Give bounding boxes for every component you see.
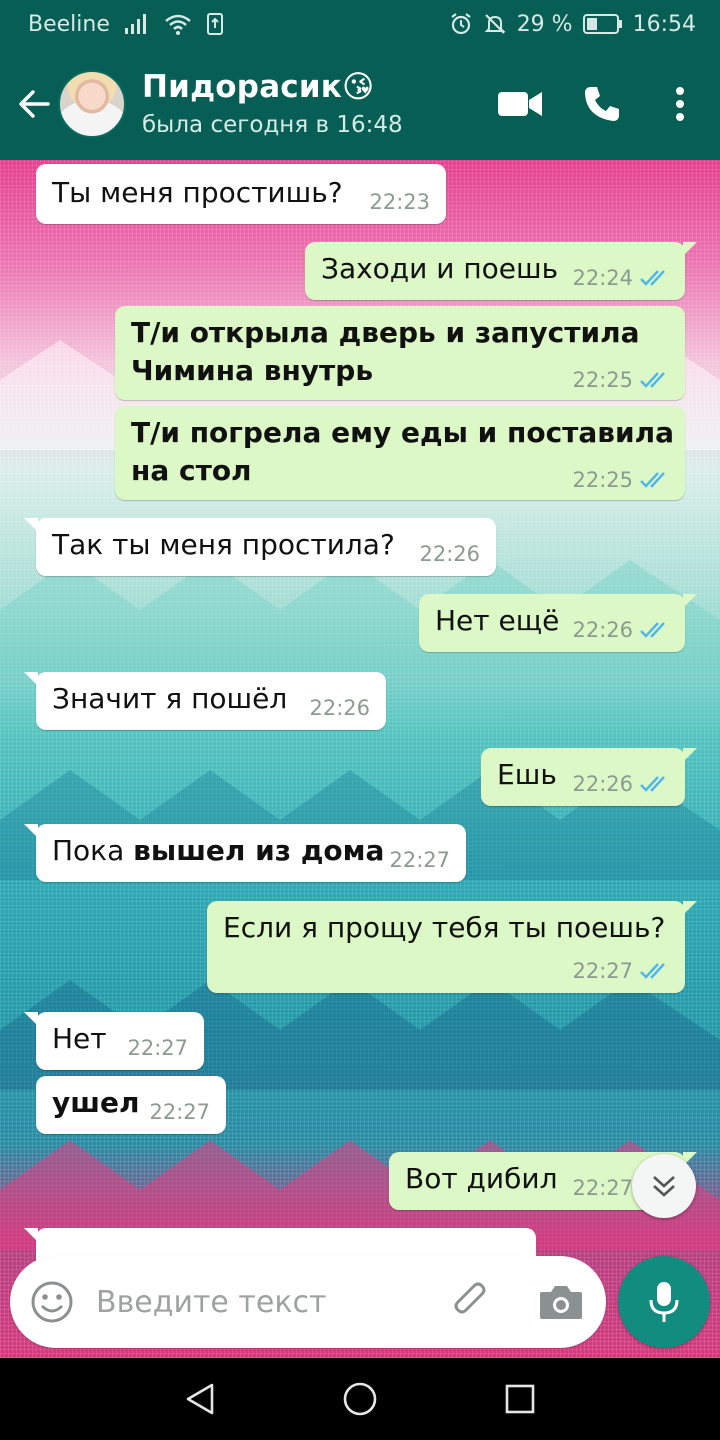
recents-square-icon bbox=[505, 1384, 535, 1414]
message-text: Значит я пошёл bbox=[52, 682, 288, 715]
voice-record-button[interactable] bbox=[618, 1256, 710, 1348]
incoming-message[interactable]: Так ты меня простила? 22:26 bbox=[24, 518, 496, 576]
paperclip-icon bbox=[454, 1282, 486, 1314]
outgoing-message[interactable]: Заходи и поешь 22:24 bbox=[305, 242, 697, 300]
message-time: 22:27 bbox=[389, 848, 450, 872]
read-receipt-icon bbox=[640, 622, 665, 638]
message-text-line: на стол bbox=[131, 454, 252, 487]
double-chevron-down-icon bbox=[653, 1176, 675, 1197]
chat-area[interactable]: Ты меня простишь? 22:23 Заходи и поешь 2… bbox=[0, 160, 720, 1358]
message-time: 22:23 bbox=[369, 190, 430, 214]
alarm-icon bbox=[449, 12, 473, 36]
message-time: 22:27 bbox=[127, 1036, 188, 1060]
read-receipt-icon bbox=[640, 270, 665, 286]
message-text: Нет ещё bbox=[435, 604, 560, 637]
nav-back-button[interactable] bbox=[170, 1369, 230, 1429]
message-text: Вот дибил bbox=[405, 1162, 558, 1195]
incoming-message[interactable]: ушел 22:27 bbox=[36, 1076, 226, 1134]
message-input[interactable] bbox=[96, 1278, 436, 1326]
camera-icon bbox=[540, 1286, 582, 1319]
message-time: 22:26 bbox=[572, 772, 633, 796]
message-time: 22:26 bbox=[309, 696, 370, 720]
scroll-to-bottom-button[interactable] bbox=[632, 1154, 696, 1218]
chat-header: Пидорасик😘 была сегодня в 16:48 bbox=[0, 48, 720, 160]
message-text: Ты меня простишь? bbox=[52, 176, 343, 209]
sim-icon bbox=[206, 12, 224, 36]
message-text: Пока bbox=[52, 834, 134, 867]
message-text: Ешь bbox=[497, 758, 557, 791]
message-text: Так ты меня простила? bbox=[52, 528, 395, 561]
last-seen-status: была сегодня в 16:48 bbox=[142, 112, 403, 138]
message-text-bold: вышел из дома bbox=[133, 834, 385, 867]
message-time: 22:27 bbox=[572, 1176, 633, 1200]
message-text: Если я прощу тебя ты поешь? bbox=[223, 911, 666, 944]
message-time: 22:27 bbox=[572, 959, 633, 983]
message-time: 22:27 bbox=[149, 1100, 210, 1124]
message-time: 22:24 bbox=[572, 266, 633, 290]
message-text: ушел bbox=[52, 1086, 140, 1119]
message-time: 22:26 bbox=[572, 618, 633, 642]
outgoing-message[interactable]: Т/и открыла дверь и запустила Чимина вну… bbox=[115, 306, 685, 400]
message-text: Нет bbox=[52, 1022, 107, 1055]
attach-button[interactable] bbox=[450, 1280, 494, 1324]
status-bar: Beeline 29 % 16:54 bbox=[0, 0, 720, 48]
video-call-button[interactable] bbox=[488, 48, 552, 160]
microphone-icon bbox=[649, 1282, 679, 1322]
mute-icon bbox=[483, 12, 507, 36]
signal-icon bbox=[124, 13, 150, 35]
clock: 16:54 bbox=[632, 11, 696, 37]
outgoing-message[interactable]: Ешь 22:26 bbox=[481, 748, 697, 806]
read-receipt-icon bbox=[640, 776, 665, 792]
message-time: 22:25 bbox=[572, 468, 633, 492]
kissing-face-emoji: 😘 bbox=[342, 69, 375, 105]
nav-recents-button[interactable] bbox=[490, 1369, 550, 1429]
outgoing-message[interactable]: Если я прощу тебя ты поешь? 22:27 bbox=[207, 901, 697, 993]
contact-name: Пидорасик bbox=[142, 69, 343, 105]
more-options-button[interactable] bbox=[660, 48, 700, 160]
emoji-button[interactable] bbox=[30, 1280, 74, 1324]
wifi-icon bbox=[164, 13, 192, 35]
outgoing-message[interactable]: Нет ещё 22:26 bbox=[419, 594, 697, 652]
read-receipt-icon bbox=[640, 372, 665, 388]
nav-home-button[interactable] bbox=[330, 1369, 390, 1429]
read-receipt-icon bbox=[640, 472, 665, 488]
message-time: 22:25 bbox=[572, 368, 633, 392]
camera-button[interactable] bbox=[538, 1280, 584, 1324]
read-receipt-icon bbox=[640, 963, 665, 979]
incoming-message[interactable]: Нет 22:27 bbox=[24, 1012, 204, 1070]
message-composer bbox=[10, 1256, 606, 1348]
incoming-message[interactable]: Пока вышел из дома 22:27 bbox=[24, 824, 466, 882]
incoming-message[interactable]: Значит я пошёл 22:26 bbox=[24, 672, 386, 730]
carrier-label: Beeline bbox=[28, 11, 110, 37]
system-nav-bar bbox=[0, 1358, 720, 1440]
message-text: Заходи и поешь bbox=[321, 252, 559, 285]
incoming-message[interactable]: Ты меня простишь? 22:23 bbox=[36, 164, 446, 224]
contact-info[interactable]: Пидорасик😘 была сегодня в 16:48 bbox=[142, 68, 403, 140]
emoji-icon bbox=[31, 1281, 73, 1323]
message-time: 22:26 bbox=[419, 542, 480, 566]
battery-icon bbox=[582, 13, 623, 35]
back-arrow-icon bbox=[19, 90, 50, 118]
message-text-line: Т/и погрела ему еды и поставила bbox=[131, 416, 675, 449]
message-text-line: Т/и открыла дверь и запустила bbox=[131, 316, 640, 349]
message-text-line: Чимина внутрь bbox=[131, 354, 374, 387]
outgoing-message[interactable]: Т/и погрела ему еды и поставила на стол … bbox=[115, 406, 685, 500]
back-triangle-icon bbox=[186, 1383, 214, 1415]
voice-call-button[interactable] bbox=[570, 48, 634, 160]
battery-percent: 29 % bbox=[516, 11, 573, 37]
back-button[interactable] bbox=[6, 48, 62, 160]
avatar[interactable] bbox=[58, 70, 126, 138]
phone-icon bbox=[585, 87, 619, 121]
home-circle-icon bbox=[343, 1382, 377, 1416]
video-camera-icon bbox=[498, 92, 542, 116]
more-vert-icon bbox=[676, 87, 684, 121]
